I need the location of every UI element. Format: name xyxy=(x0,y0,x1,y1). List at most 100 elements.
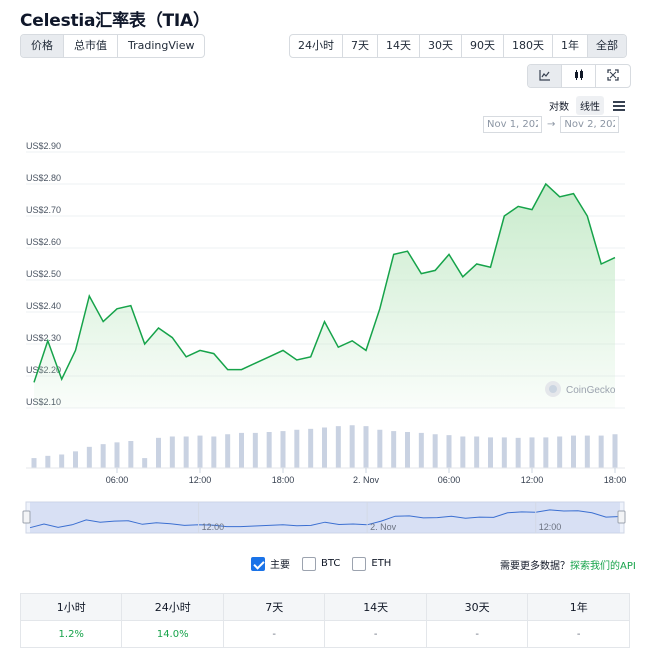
legend-item-0[interactable]: 主要 xyxy=(251,556,290,571)
y-tick-label: US$2.70 xyxy=(26,205,61,215)
volume-bar xyxy=(280,431,286,468)
performance-table: 1小时 24小时 7天 14天 30天 1年 1.2% 14.0% - - - - xyxy=(19,593,630,648)
performance-value: 1.2% xyxy=(19,620,123,648)
volume-bar xyxy=(225,434,231,468)
volume-bar xyxy=(100,444,106,468)
volume-bar xyxy=(252,432,258,468)
fullscreen-icon xyxy=(607,69,619,81)
performance-header: 7天 xyxy=(222,593,326,621)
type-tab-0[interactable]: 价格 xyxy=(21,35,64,57)
legend-checkbox[interactable] xyxy=(251,556,265,571)
type-tab-2[interactable]: TradingView xyxy=(118,35,204,57)
volume-bar xyxy=(501,437,507,468)
volume-bar xyxy=(460,436,466,468)
volume-bar xyxy=(391,431,397,468)
fullscreen-button[interactable] xyxy=(596,65,630,87)
line-chart-button[interactable] xyxy=(528,65,562,87)
volume-bar xyxy=(335,426,341,468)
range-tab-0[interactable]: 24小时 xyxy=(290,35,343,57)
page-title: Celestia汇率表（TIA） xyxy=(20,11,210,31)
performance-header: 30天 xyxy=(425,593,529,621)
performance-value: - xyxy=(425,620,529,648)
line-chart-icon xyxy=(538,70,550,81)
range-tab-7[interactable]: 全部 xyxy=(588,35,626,57)
volume-bar xyxy=(446,435,452,468)
volume-bar xyxy=(322,427,327,468)
volume-bar xyxy=(584,435,590,468)
range-tab-1[interactable]: 7天 xyxy=(343,35,378,57)
legend-label: 主要 xyxy=(270,560,290,571)
volume-bar xyxy=(598,435,604,468)
volume-bar xyxy=(418,432,424,468)
volume-bar xyxy=(294,429,300,468)
y-tick-label: US$2.40 xyxy=(26,301,61,311)
performance-value: - xyxy=(222,620,326,648)
volume-bar xyxy=(31,458,37,468)
volume-bar xyxy=(86,446,92,468)
volume-bar xyxy=(349,425,355,468)
date-from-input[interactable] xyxy=(483,116,542,133)
volume-bar xyxy=(363,426,369,468)
volume-bar xyxy=(612,434,618,468)
y-tick-label: US$2.30 xyxy=(26,333,61,343)
log-scale-option[interactable]: 对数 xyxy=(545,96,573,115)
volume-bar xyxy=(169,436,175,468)
y-tick-label: US$2.90 xyxy=(26,141,61,151)
navigator-tick-label: 12:00 xyxy=(539,522,562,532)
performance-value: - xyxy=(527,620,630,648)
volume-bar xyxy=(59,454,65,468)
navigator-tick-label: 12:00 xyxy=(202,522,225,532)
volume-bar xyxy=(73,451,78,468)
range-tab-2[interactable]: 14天 xyxy=(378,35,420,57)
navigator-selection[interactable] xyxy=(30,502,620,533)
volume-bar xyxy=(557,436,563,468)
x-tick-label: 12:00 xyxy=(189,475,212,485)
volume-bar xyxy=(114,442,120,468)
volume-bar xyxy=(211,436,217,468)
x-tick-label: 18:00 xyxy=(272,475,295,485)
x-tick-label: 2. Nov xyxy=(353,475,380,485)
range-tab-3[interactable]: 30天 xyxy=(420,35,462,57)
volume-bar xyxy=(377,429,383,468)
volume-bar xyxy=(529,437,535,468)
date-range: → xyxy=(483,116,620,133)
navigator: 12:00 2. Nov 12:00 xyxy=(22,501,626,534)
scale-toggle: 对数 线性 xyxy=(545,96,625,115)
legend-checkbox[interactable] xyxy=(302,556,316,571)
candlestick-icon xyxy=(574,69,583,80)
navigator-left-handle[interactable] xyxy=(22,510,31,524)
range-tab-5[interactable]: 180天 xyxy=(504,35,553,57)
time-range-tabs: 24小时 7天 14天 30天 90天 180天 1年 全部 xyxy=(289,34,627,58)
performance-header: 1小时 xyxy=(19,593,123,621)
legend-checkbox[interactable] xyxy=(352,556,367,571)
x-tick-label: 06:00 xyxy=(438,475,461,485)
navigator-right-handle[interactable] xyxy=(617,510,626,524)
range-tab-6[interactable]: 1年 xyxy=(553,35,588,57)
x-tick-label: 12:00 xyxy=(521,475,544,485)
api-link[interactable]: 探索我们的API xyxy=(570,561,636,572)
legend-item-1[interactable]: BTC xyxy=(302,556,340,571)
menu-icon[interactable] xyxy=(613,100,625,111)
linear-scale-option[interactable]: 线性 xyxy=(576,96,604,115)
candlestick-button[interactable] xyxy=(562,65,596,87)
date-to-input[interactable] xyxy=(560,116,620,133)
volume-bar xyxy=(432,434,438,468)
legend-item-2[interactable]: ETH xyxy=(352,556,391,571)
x-tick-label: 18:00 xyxy=(604,475,627,485)
chart-view-tabs xyxy=(527,64,631,88)
volume-bar xyxy=(45,455,51,468)
volume-bar xyxy=(128,441,134,468)
volume-bar xyxy=(142,458,148,468)
volume-bar xyxy=(405,432,410,468)
y-tick-label: US$2.50 xyxy=(26,269,61,279)
series-legend: 主要 BTC ETH xyxy=(251,556,397,571)
chart-type-tabs: 价格 总市值 TradingView xyxy=(20,34,206,58)
performance-value: - xyxy=(324,620,427,648)
navigator-tick-label: 2. Nov xyxy=(370,522,397,532)
type-tab-1[interactable]: 总市值 xyxy=(64,35,118,57)
volume-bar xyxy=(183,436,189,468)
price-area xyxy=(34,184,615,408)
performance-header: 14天 xyxy=(324,593,427,621)
range-tab-4[interactable]: 90天 xyxy=(462,35,504,57)
volume-bar xyxy=(156,437,161,468)
